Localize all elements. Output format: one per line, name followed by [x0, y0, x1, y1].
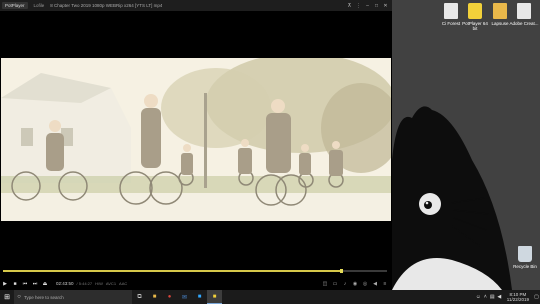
- desktop-icon-recycle-bin[interactable]: Recycle Bin: [510, 246, 540, 274]
- volume-icon[interactable]: ◀: [370, 281, 380, 287]
- desktop-icon-label: Adobe Creat...: [509, 21, 539, 26]
- minimize-icon[interactable]: –: [363, 3, 372, 9]
- file-title: 8 Chapter Two 2019 1080p WEBRip x264 [YT…: [50, 3, 163, 8]
- previous-icon[interactable]: ⏮: [20, 279, 30, 289]
- duration: / 5:44:27: [76, 281, 93, 286]
- title-bar: PotPlayer Lofile 8 Chapter Two 2019 1080…: [0, 0, 392, 11]
- video-codec-tag: AVC1: [105, 281, 117, 286]
- next-icon[interactable]: ⏭: [30, 279, 40, 289]
- window-buttons: ⊼ ⋮ – □ ✕: [345, 0, 390, 11]
- photoshop-icon[interactable]: ■: [192, 290, 207, 304]
- potplayer-window: PotPlayer Lofile 8 Chapter Two 2019 1080…: [0, 0, 392, 290]
- desktop-icon-label: Recycle Bin: [513, 264, 537, 269]
- current-time: 02:43:50: [56, 281, 74, 286]
- file-icon: [517, 3, 531, 19]
- video-image: [1, 58, 391, 221]
- 3d-icon[interactable]: ◫: [320, 281, 330, 287]
- system-tray: ☺ ˄ ▤ ◀ 8:10 PM 11/22/2019 ▢: [475, 290, 540, 304]
- video-frame[interactable]: [1, 58, 391, 221]
- control-bar: ▶ ■ ⏮ ⏭ ⏏ 02:43:50 / 5:44:27 H/W AVC1 AA…: [0, 277, 392, 290]
- folder-icon[interactable]: ■: [147, 290, 162, 304]
- chevron-up-icon[interactable]: ˄: [482, 294, 489, 300]
- seek-bar[interactable]: [3, 269, 387, 273]
- mail-icon[interactable]: ✉: [177, 290, 192, 304]
- clock[interactable]: 8:10 PM 11/22/2019: [507, 292, 529, 302]
- clock-date: 11/22/2019: [506, 297, 529, 302]
- chrome-icon[interactable]: ●: [162, 290, 177, 304]
- screen: Ci Forest PotPlayer 64 bit Lapsuse Adobe…: [0, 0, 540, 304]
- pin-icon[interactable]: ⊼: [345, 3, 354, 9]
- windows-start-icon[interactable]: ⊞: [0, 290, 14, 304]
- control-bar-right: ◫ ▭ ♪ ◉ ◎ ◀ ≡: [320, 277, 390, 290]
- app-menu-button[interactable]: PotPlayer: [2, 2, 28, 9]
- seek-progress: [3, 270, 341, 272]
- menu-icon[interactable]: ≡: [380, 281, 390, 287]
- desktop-icon-adobe[interactable]: Adobe Creat...: [509, 3, 539, 31]
- potplayer-icon[interactable]: ■: [207, 290, 222, 304]
- capture-icon[interactable]: ◉: [350, 281, 360, 287]
- taskbar-search[interactable]: ○ Type here to search: [14, 290, 132, 304]
- stop-icon[interactable]: ■: [10, 279, 20, 289]
- vr-icon[interactable]: ◎: [360, 281, 370, 287]
- potplayer-icon: [468, 3, 482, 19]
- desktop: Ci Forest PotPlayer 64 bit Lapsuse Adobe…: [392, 0, 540, 290]
- people-icon[interactable]: ☺: [475, 294, 482, 300]
- audio-codec-tag: AAC: [119, 281, 128, 286]
- file-icon: [444, 3, 458, 19]
- audio-icon[interactable]: ♪: [340, 281, 350, 287]
- seek-handle[interactable]: [339, 269, 343, 273]
- search-icon: ○: [17, 294, 21, 300]
- recycle-bin-icon: [518, 246, 532, 262]
- task-view-icon[interactable]: ⧉: [132, 290, 147, 304]
- settings-icon[interactable]: ⋮: [354, 3, 363, 9]
- notifications-icon[interactable]: ▢: [533, 294, 540, 300]
- maximize-icon[interactable]: □: [372, 3, 381, 9]
- eject-icon[interactable]: ⏏: [40, 279, 50, 289]
- folder-icon: [493, 3, 507, 19]
- speaker-icon[interactable]: ◀: [496, 294, 503, 300]
- tab-label[interactable]: Lofile: [34, 3, 45, 8]
- close-icon[interactable]: ✕: [381, 3, 390, 9]
- hw-tag: H/W: [95, 281, 103, 286]
- search-placeholder: Type here to search: [24, 294, 64, 300]
- network-icon[interactable]: ▤: [489, 294, 496, 300]
- play-icon[interactable]: ▶: [0, 279, 10, 289]
- taskbar: ⊞ ○ Type here to search ⧉ ■ ● ✉ ■ ■ ☺ ˄ …: [0, 290, 540, 304]
- subtitle-icon[interactable]: ▭: [330, 281, 340, 287]
